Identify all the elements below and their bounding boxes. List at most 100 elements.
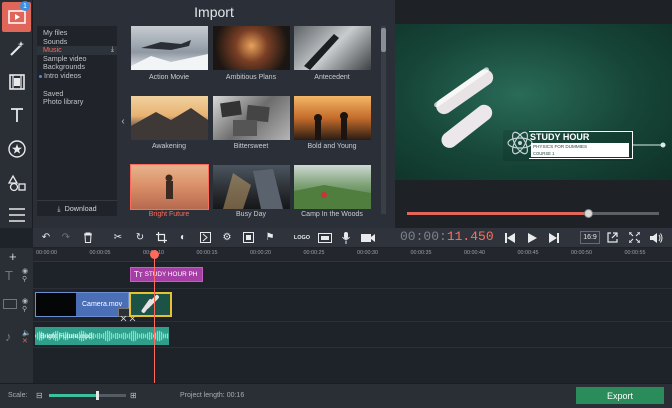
- thumb-bittersweet[interactable]: [213, 96, 290, 140]
- skip-back-icon[interactable]: [501, 229, 519, 246]
- film-icon[interactable]: [2, 67, 31, 97]
- thumb-label: Camp In the Woods: [301, 211, 363, 218]
- timecode-lit: 11.450: [446, 229, 494, 244]
- thumb-label: Awakening: [151, 143, 187, 150]
- waveform-bar: [101, 334, 103, 338]
- ruler-tick: 00:00:20: [250, 250, 271, 256]
- color-adjust-icon[interactable]: ◐: [174, 229, 192, 246]
- category-photo-library[interactable]: Photo library: [37, 98, 117, 107]
- title-clip[interactable]: Tт STUDY HOUR PH: [130, 267, 203, 282]
- thumb-camp-in-the-woods[interactable]: [294, 165, 371, 209]
- menu-icon[interactable]: [2, 200, 31, 230]
- playhead-handle[interactable]: [150, 250, 159, 259]
- webcam-icon[interactable]: [359, 229, 377, 246]
- collapse-panel-button[interactable]: ‹: [117, 26, 129, 216]
- fullscreen-icon[interactable]: [625, 229, 643, 246]
- video-clip-label: Camera.mov: [82, 301, 123, 308]
- waveform-bar: [99, 333, 101, 339]
- ruler-tick: 00:00:40: [464, 250, 485, 256]
- magic-wand-icon[interactable]: [2, 34, 31, 64]
- timecode: 00:00:11.450: [400, 229, 494, 244]
- preview-subtitle2: COURSE 1: [533, 151, 555, 156]
- scale-fill: [49, 394, 97, 397]
- undo-icon[interactable]: ↶: [37, 229, 55, 246]
- category-list: My files Sounds Music ⤓ Sample video Bac…: [37, 26, 117, 216]
- waveform-bar: [167, 333, 169, 339]
- add-track-icon[interactable]: +: [9, 249, 17, 264]
- scrollbar-thumb[interactable]: [381, 28, 386, 52]
- track-visibility-icon[interactable]: ◉ ⚲: [22, 268, 28, 284]
- video-clip-thumbnail: [36, 293, 76, 316]
- waveform-bar: [37, 332, 39, 340]
- scale-handle[interactable]: [95, 391, 99, 400]
- microphone-icon[interactable]: [337, 229, 355, 246]
- waveform-bar: [113, 334, 115, 338]
- zoom-out-icon[interactable]: ⊟: [36, 391, 43, 400]
- thumb-ambitious-plans[interactable]: [213, 26, 290, 70]
- rotate-icon[interactable]: ↻: [131, 229, 149, 246]
- thumb-busy-day[interactable]: [213, 165, 290, 209]
- download-label: Download: [64, 204, 97, 213]
- timeline-ruler[interactable]: 00:00:0000:00:0500:00:1000:00:1500:00:20…: [33, 248, 672, 262]
- flag-icon[interactable]: ⚑: [261, 229, 279, 246]
- download-button[interactable]: ⤓ Download: [37, 200, 117, 216]
- screencast-icon[interactable]: [315, 229, 335, 246]
- waveform-bar: [161, 331, 163, 341]
- ruler-tick: 00:00:35: [410, 250, 432, 256]
- ruler-tick: 00:00:05: [89, 250, 111, 256]
- scrollbar-track[interactable]: [381, 26, 386, 214]
- video-track-controls[interactable]: ◉ ⚲: [22, 298, 28, 314]
- skip-forward-icon[interactable]: [545, 229, 563, 246]
- waveform-bar: [137, 333, 139, 339]
- category-intro-videos-row[interactable]: Intro videos: [37, 71, 117, 81]
- waveform-bar: [145, 334, 147, 338]
- redo-icon[interactable]: ↷: [57, 229, 75, 246]
- export-button[interactable]: Export: [576, 387, 664, 404]
- waveform-bar: [105, 331, 107, 341]
- waveform-bar: [149, 332, 151, 340]
- detach-preview-icon[interactable]: [603, 229, 621, 246]
- waveform-bar: [107, 330, 109, 342]
- waveform-bar: [129, 332, 131, 340]
- video-preview[interactable]: STUDY HOUR PHYSICS FOR DUMMIES COURSE 1: [395, 24, 672, 180]
- download-small-icon[interactable]: ⤓: [111, 46, 114, 54]
- thumb-bright-future[interactable]: [130, 164, 209, 210]
- waveform-bar: [115, 332, 117, 340]
- thumb-label: Ambitious Plans: [225, 74, 277, 81]
- image-clip[interactable]: [129, 292, 172, 317]
- playhead[interactable]: [154, 252, 155, 383]
- crop-icon[interactable]: [152, 229, 170, 246]
- waveform-bar: [159, 330, 161, 342]
- shapes-icon[interactable]: [2, 168, 31, 198]
- aspect-ratio-button[interactable]: 16:9: [580, 231, 600, 244]
- text-icon[interactable]: [2, 100, 31, 130]
- timecode-dim: 00:00:: [400, 229, 447, 244]
- thumb-action-movie[interactable]: [131, 26, 208, 70]
- stabilize-icon[interactable]: [239, 229, 257, 246]
- volume-icon[interactable]: [647, 229, 665, 246]
- waveform-bar: [155, 332, 157, 340]
- waveform-bar: [95, 334, 97, 338]
- thumb-label: Bold and Young: [307, 143, 357, 150]
- download-icon: ⤓: [57, 203, 61, 213]
- audio-track-controls[interactable]: 🔈 ✕: [22, 330, 31, 346]
- star-icon[interactable]: [2, 134, 31, 164]
- category-music[interactable]: Music: [37, 46, 117, 55]
- transition-icon[interactable]: [196, 229, 214, 246]
- trash-icon[interactable]: [79, 229, 97, 246]
- zoom-in-icon[interactable]: ⊞: [130, 391, 137, 400]
- thumb-antecedent[interactable]: [294, 26, 371, 70]
- thumb-bold-and-young[interactable]: [294, 96, 371, 140]
- waveform-bar: [119, 333, 121, 339]
- play-icon[interactable]: [523, 229, 541, 246]
- scissors-icon[interactable]: ✂: [109, 229, 127, 246]
- waveform-bar: [117, 332, 119, 340]
- waveform-bar: [131, 331, 133, 341]
- logo-button[interactable]: LOGO: [291, 229, 313, 246]
- thumb-label: Bittersweet: [233, 143, 269, 150]
- thumb-awakening[interactable]: [131, 96, 208, 140]
- waveform-bar: [35, 334, 37, 338]
- settings-icon[interactable]: ⚙: [218, 229, 236, 246]
- project-length-value: 00:16: [226, 392, 245, 399]
- seek-progress: [407, 212, 589, 215]
